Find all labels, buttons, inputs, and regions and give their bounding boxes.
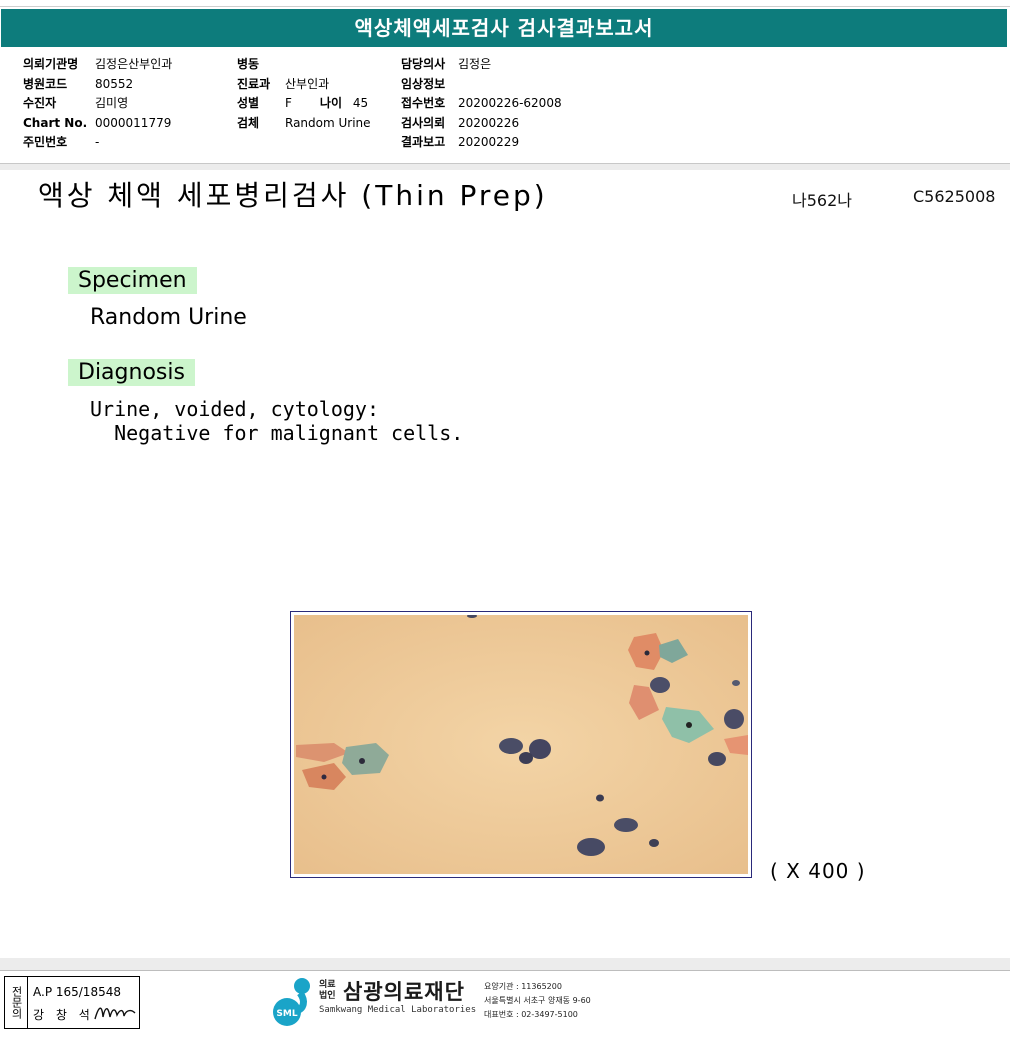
exam-code: 나562나	[792, 191, 852, 210]
info-row-clinical-info: 임상정보	[401, 75, 562, 95]
info-label: 임상정보	[401, 76, 446, 91]
org-info-line: 대표번호 : 02-3497-5100	[484, 1010, 578, 1019]
info-row-chart-no: Chart No. 0000011779	[23, 114, 172, 134]
diagnosis-heading: Diagnosis	[68, 359, 195, 386]
info-label: 검체	[237, 115, 260, 130]
info-label: 의뢰기관명	[23, 57, 79, 71]
age-value: 45	[352, 96, 369, 110]
specialist-label: 전문의	[5, 977, 28, 1028]
info-value: 김정은	[458, 57, 492, 71]
header-divider	[0, 163, 1010, 170]
info-value: 김정은산부인과	[95, 57, 173, 71]
info-row-request-date: 검사의뢰 20200226	[401, 114, 562, 134]
info-value: 산부인과	[285, 76, 330, 91]
info-label: 주민번호	[23, 135, 68, 149]
specimen-value: Random Urine	[90, 305, 247, 330]
pathologist-name: 강 창 석	[33, 1008, 94, 1022]
handwritten-signature-icon	[94, 1007, 136, 1020]
sml-logo-icon: SML	[273, 978, 310, 1026]
info-label: 성별	[237, 96, 260, 110]
info-label: 접수번호	[401, 96, 446, 110]
info-label: 결과보고	[401, 135, 446, 149]
micrograph-frame	[290, 611, 752, 878]
ap-number: A.P 165/18548	[33, 985, 121, 999]
diagnosis-text: Urine, voided, cytology: Negative for ma…	[90, 397, 463, 445]
info-value: 20200229	[458, 135, 520, 149]
info-row-ward: 병동	[237, 55, 371, 75]
info-row-specimen: 검체 Random Urine	[237, 114, 371, 134]
info-value: F	[285, 96, 292, 110]
patient-info-col3: 담당의사 김정은 임상정보 접수번호 20200226-62008 검사의뢰 2020…	[401, 55, 562, 153]
info-label: 진료과	[237, 76, 271, 91]
organization-info: 요양기관 : 11365200 서울특별시 서초구 양재동 9-60 대표번호 …	[484, 980, 591, 1022]
exam-code-id: C5625008	[913, 187, 996, 206]
info-row-sex-age: 성별 F 나이 45	[237, 94, 371, 114]
info-value: Random Urine	[285, 115, 371, 130]
info-label: 병동	[237, 57, 260, 71]
info-row-hospital-code: 병원코드 80552	[23, 75, 172, 95]
info-value: -	[95, 135, 100, 149]
age-label: 나이	[319, 96, 342, 110]
exam-title: 액상 체액 세포병리검사 (Thin Prep)	[38, 179, 548, 212]
specimen-heading: Specimen	[68, 267, 197, 294]
org-info-line: 요양기관 : 11365200	[484, 982, 562, 991]
info-label: Chart No.	[23, 115, 88, 130]
info-value: 20200226	[458, 115, 520, 130]
info-row-report-date: 결과보고 20200229	[401, 133, 562, 153]
org-prefix: 의료법인	[319, 980, 336, 1001]
cytology-micrograph	[294, 615, 748, 874]
info-label: 수진자	[23, 96, 57, 110]
organization-english-name: Samkwang Medical Laboratories	[319, 1005, 477, 1015]
info-row-patient: 수진자 김미영	[23, 94, 172, 114]
info-value: 김미영	[95, 96, 129, 110]
info-row-department: 진료과 산부인과	[237, 75, 371, 95]
top-rule	[0, 6, 1010, 7]
info-row-receipt-no: 접수번호 20200226-62008	[401, 94, 562, 114]
info-value: 20200226-62008	[458, 96, 562, 110]
magnification-label: ( X 400 )	[770, 859, 866, 883]
info-value: 0000011779	[95, 115, 172, 130]
svg-text:SML: SML	[276, 1009, 297, 1019]
info-value: 80552	[95, 76, 134, 91]
org-info-line: 서울특별시 서초구 양재동 9-60	[484, 996, 591, 1005]
patient-info-col1: 의뢰기관명 김정은산부인과 병원코드 80552 수진자 김미영 Chart No. 0…	[23, 55, 172, 153]
diagnosis-result: Negative for malignant cells.	[90, 421, 464, 445]
footer-divider	[0, 958, 1010, 971]
signature-box: 전문의 A.P 165/18548 강 창 석	[4, 976, 140, 1029]
diagnosis-line: Urine, voided, cytology:	[90, 397, 379, 421]
patient-info-col2: 병동 진료과 산부인과 성별 F 나이 45 검체 Random Urine	[237, 55, 371, 133]
info-label: 검사의뢰	[401, 115, 446, 130]
info-label: 병원코드	[23, 76, 68, 91]
report-title: 액상체액세포검사 검사결과보고서	[1, 9, 1007, 47]
info-row-physician: 담당의사 김정은	[401, 55, 562, 75]
info-label: 담당의사	[401, 57, 446, 71]
info-row-resident-no: 주민번호 -	[23, 133, 172, 153]
organization-name: 삼광의료재단	[343, 980, 465, 1004]
info-row-institution: 의뢰기관명 김정은산부인과	[23, 55, 172, 75]
